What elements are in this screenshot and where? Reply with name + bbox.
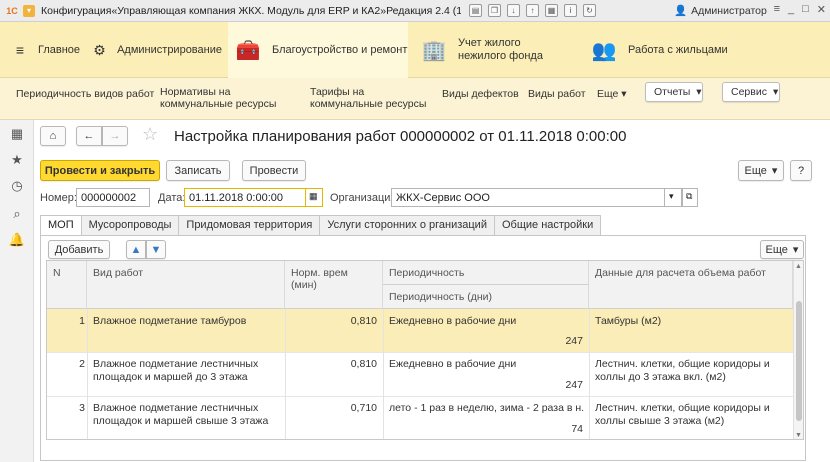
download-icon[interactable]: ↓ bbox=[507, 4, 520, 17]
organization-label: Организация: bbox=[330, 192, 400, 204]
info-icon[interactable]: i bbox=[564, 4, 577, 17]
star-icon[interactable]: ★ bbox=[9, 152, 25, 168]
nav-work-periodicity[interactable]: Периодичность видов работ bbox=[16, 88, 154, 100]
column-header-norm[interactable]: Норм. врем (мин) bbox=[285, 261, 383, 309]
tab-third-party-services[interactable]: Услуги сторонних о рганизаций bbox=[319, 215, 495, 235]
current-user[interactable]: 👤 Администратор bbox=[674, 4, 767, 18]
back-button[interactable]: ← bbox=[76, 126, 102, 146]
date-label: Дата: bbox=[158, 192, 186, 204]
add-button[interactable]: Добавить bbox=[48, 240, 110, 259]
left-toolbar: ▦ ★ ◷ ⌕ 🔔 bbox=[0, 120, 34, 462]
menu-lines-icon: ≡ bbox=[15, 42, 25, 58]
section-repair[interactable]: 🧰 Благоустройство и ремонт bbox=[228, 22, 408, 78]
copy-icon[interactable]: ❐ bbox=[488, 4, 501, 17]
maximize-icon[interactable]: □ bbox=[802, 3, 809, 16]
arrow-right-icon: → bbox=[109, 130, 121, 142]
reports-button[interactable]: Отчеты ▾ bbox=[645, 82, 703, 102]
post-button[interactable]: Провести bbox=[242, 160, 306, 181]
section-main[interactable]: ≡ Главное bbox=[12, 22, 82, 78]
home-icon: ⌂ bbox=[49, 130, 57, 142]
settings-icon[interactable]: ≡ bbox=[774, 3, 780, 16]
reload-icon[interactable]: ↻ bbox=[583, 4, 596, 17]
scroll-down-icon[interactable]: ▼ bbox=[795, 432, 802, 439]
arrow-down-icon: ▼ bbox=[150, 243, 162, 256]
forward-button[interactable]: → bbox=[102, 126, 128, 146]
page-title: Настройка планирования работ 000000002 о… bbox=[174, 128, 627, 145]
section-admin[interactable]: ⚙ Администрирование bbox=[92, 22, 222, 78]
tab-mop[interactable]: МОП bbox=[40, 215, 82, 236]
favorite-star-icon[interactable]: ☆ bbox=[142, 124, 158, 145]
table-more-button[interactable]: Еще ▾ bbox=[760, 240, 804, 259]
organization-field[interactable]: ЖКХ-Сервис ООО bbox=[391, 188, 681, 207]
scrollbar-thumb[interactable] bbox=[796, 301, 802, 421]
move-down-button[interactable]: ▼ bbox=[146, 240, 166, 259]
sections-panel: ≡ Главное ⚙ Администрирование 🧰 Благоуст… bbox=[0, 22, 830, 78]
print-icon[interactable]: ▤ bbox=[469, 4, 482, 17]
minimize-icon[interactable]: _ bbox=[788, 3, 794, 16]
nav-work-types[interactable]: Виды работ bbox=[528, 88, 586, 100]
column-header-period[interactable]: Периодичность bbox=[383, 261, 589, 285]
chevron-down-icon: ▾ bbox=[772, 86, 779, 98]
window-title: Конфигурация«Управляющая компания ЖКХ. М… bbox=[41, 4, 461, 17]
table-row[interactable]: 2 Влажное подметание лестничных площадок… bbox=[47, 353, 793, 397]
upload-icon[interactable]: ↑ bbox=[526, 4, 539, 17]
open-link-icon[interactable]: ⧉ bbox=[682, 188, 698, 207]
column-header-data[interactable]: Данные для расчета объема работ bbox=[589, 261, 793, 309]
post-and-close-button[interactable]: Провести и закрыть bbox=[40, 160, 160, 181]
date-field[interactable]: 01.11.2018 0:00:00 bbox=[184, 188, 306, 207]
nav-tariffs[interactable]: Тарифы на коммунальные ресурсы bbox=[310, 86, 430, 110]
close-icon[interactable]: ✕ bbox=[817, 3, 826, 16]
home-button[interactable]: ⌂ bbox=[40, 126, 66, 146]
user-name: Администратор bbox=[691, 4, 767, 17]
section-residents[interactable]: 👥 Работа с жильцами bbox=[590, 22, 740, 78]
app-logo: 1С bbox=[6, 5, 18, 16]
arrow-left-icon: ← bbox=[83, 130, 95, 142]
nav-norms[interactable]: Нормативы на коммунальные ресурсы bbox=[160, 86, 300, 110]
tab-general-settings[interactable]: Общие настройки bbox=[493, 215, 602, 235]
column-header-work[interactable]: Вид работ bbox=[87, 261, 285, 309]
table-row[interactable]: 1 Влажное подметание тамбуров 0,810 Ежед… bbox=[47, 309, 793, 353]
tab-bar: МОП Мусоропроводы Придомовая территория … bbox=[40, 215, 602, 236]
number-label: Номер: bbox=[40, 192, 77, 204]
main-menu-icon[interactable]: ▾ bbox=[23, 4, 35, 17]
toolbox-icon: 🧰 bbox=[235, 39, 261, 62]
apps-grid-icon[interactable]: ▦ bbox=[9, 126, 25, 142]
chevron-down-icon: ▾ bbox=[696, 86, 702, 98]
work-table: N Вид работ Норм. врем (мин) Периодичнос… bbox=[46, 260, 804, 440]
calendar-icon[interactable]: ▦ bbox=[545, 4, 558, 17]
tab-garbage-chutes[interactable]: Мусоропроводы bbox=[80, 215, 180, 235]
arrow-up-icon: ▲ bbox=[130, 243, 142, 256]
form-more-button[interactable]: Еще ▾ bbox=[738, 160, 784, 181]
column-header-period-days[interactable]: Периодичность (дни) bbox=[383, 285, 589, 309]
move-up-button[interactable]: ▲ bbox=[126, 240, 146, 259]
title-bar: 1С ▾ Конфигурация«Управляющая компания Ж… bbox=[0, 0, 830, 22]
section-housing[interactable]: 🏢 Учет жилого нежилого фонда bbox=[420, 22, 580, 78]
calendar-picker-icon[interactable]: ▦ bbox=[305, 188, 323, 207]
chevron-down-icon: ▾ bbox=[621, 88, 627, 100]
search-icon[interactable]: ⌕ bbox=[9, 206, 25, 222]
number-field[interactable]: 000000002 bbox=[76, 188, 150, 207]
table-row[interactable]: 3 Влажное подметание лестничных площадок… bbox=[47, 397, 793, 439]
chevron-down-icon: ▾ bbox=[771, 165, 778, 177]
building-icon: 🏢 bbox=[421, 39, 447, 62]
save-button[interactable]: Записать bbox=[166, 160, 230, 181]
chevron-down-icon: ▾ bbox=[792, 244, 799, 256]
column-header-n[interactable]: N bbox=[47, 261, 87, 309]
tab-adjacent-territory[interactable]: Придомовая территория bbox=[178, 215, 321, 235]
nav-defect-types[interactable]: Виды дефектов bbox=[442, 88, 519, 100]
scroll-up-icon[interactable]: ▲ bbox=[795, 263, 802, 270]
people-icon: 👥 bbox=[591, 39, 617, 62]
history-icon[interactable]: ◷ bbox=[9, 178, 25, 194]
service-button[interactable]: Сервис ▾ bbox=[722, 82, 780, 102]
help-button[interactable]: ? bbox=[790, 160, 812, 181]
bell-icon[interactable]: 🔔 bbox=[9, 232, 25, 248]
table-scrollbar[interactable]: ▲ ▼ bbox=[793, 261, 803, 439]
chevron-down-icon[interactable]: ▾ bbox=[664, 188, 682, 207]
document-form: ⌂ ← → ☆ Настройка планирования работ 000… bbox=[34, 120, 830, 462]
user-icon: 👤 bbox=[674, 5, 688, 17]
nav-more[interactable]: Еще ▾ bbox=[597, 88, 627, 100]
gear-icon: ⚙ bbox=[93, 41, 106, 58]
